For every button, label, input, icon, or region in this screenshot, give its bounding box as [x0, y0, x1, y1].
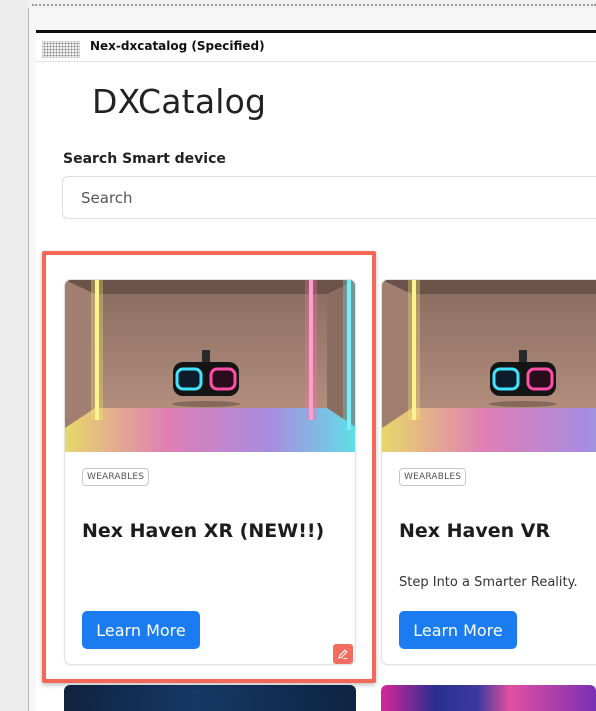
product-card-preview — [64, 685, 356, 711]
product-image — [65, 280, 355, 452]
page-title: DXCatalog — [92, 82, 267, 121]
category-badge: WEARABLES — [399, 468, 467, 486]
app-window: Nex-dxcatalog (Specified) DXCatalog Sear… — [36, 30, 596, 711]
product-card: WEARABLES Nex Haven XR (NEW!!) Learn Mor… — [64, 279, 356, 665]
top-divider — [32, 4, 596, 8]
window-title: Nex-dxcatalog (Specified) — [90, 39, 265, 53]
card-title: Nex Haven VR — [399, 520, 551, 542]
search-label: Search Smart device — [63, 151, 226, 167]
product-card: WEARABLES Nex Haven VR Step Into a Smart… — [381, 279, 596, 665]
card-title: Nex Haven XR (NEW!!) — [82, 520, 325, 542]
learn-more-button[interactable]: Learn More — [399, 611, 517, 649]
edit-pencil-icon[interactable] — [333, 644, 353, 664]
window-title-bar: Nex-dxcatalog (Specified) — [36, 30, 596, 62]
product-card-preview — [381, 685, 596, 711]
learn-more-button[interactable]: Learn More — [82, 611, 200, 649]
search-input[interactable] — [62, 176, 596, 219]
product-image — [382, 280, 596, 452]
drag-handle-icon[interactable] — [42, 41, 80, 58]
category-badge: WEARABLES — [82, 468, 150, 486]
card-description: Step Into a Smarter Reality. — [399, 575, 578, 590]
